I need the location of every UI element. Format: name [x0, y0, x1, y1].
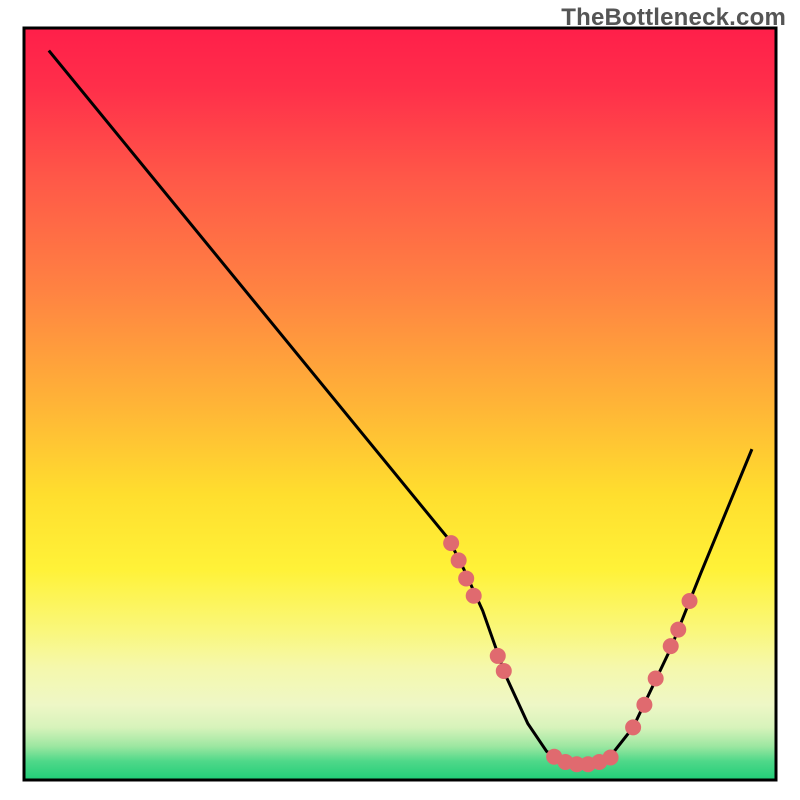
data-marker — [603, 749, 619, 765]
data-marker — [466, 588, 482, 604]
data-marker — [663, 638, 679, 654]
data-marker — [496, 663, 512, 679]
chart-container: TheBottleneck.com — [0, 0, 800, 800]
watermark: TheBottleneck.com — [561, 4, 786, 32]
data-marker — [682, 593, 698, 609]
data-marker — [648, 670, 664, 686]
data-marker — [443, 535, 459, 551]
data-marker — [458, 570, 474, 586]
data-marker — [636, 697, 652, 713]
data-marker — [490, 648, 506, 664]
data-marker — [670, 622, 686, 638]
data-marker — [451, 552, 467, 568]
bottleneck-chart — [0, 0, 800, 800]
data-marker — [625, 719, 641, 735]
